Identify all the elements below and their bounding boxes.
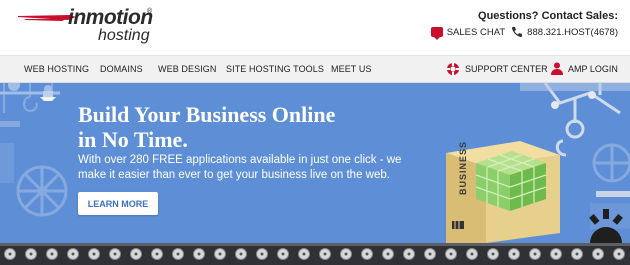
roller-hub — [239, 252, 243, 256]
conveyor-rollers — [0, 243, 630, 260]
contact-sales: Questions? Contact Sales: SALES CHAT 888… — [430, 10, 618, 40]
roller-hub — [8, 252, 12, 256]
roller-hub — [113, 252, 117, 256]
roller-hub — [218, 252, 222, 256]
amp-login-label: AMP LOGIN — [568, 63, 618, 74]
roller-hub — [575, 252, 579, 256]
roller-hub — [50, 252, 54, 256]
roller-hub — [323, 252, 327, 256]
roller-hub — [512, 252, 516, 256]
roller-hub — [197, 252, 201, 256]
roller-hub — [134, 252, 138, 256]
roller-hub — [155, 252, 159, 256]
roller-hub — [29, 252, 33, 256]
roller-hub — [470, 252, 474, 256]
hero-title: Build Your Business Online in No Time. — [78, 102, 335, 152]
sales-chat-link[interactable]: SALES CHAT — [430, 26, 506, 40]
hero-description: With over 280 FREE applications availabl… — [78, 154, 402, 181]
hero-title-line2: in No Time. — [78, 127, 188, 152]
contact-title: Questions? Contact Sales: — [478, 10, 618, 22]
support-center-link[interactable]: SUPPORT CENTER — [446, 62, 548, 76]
logo-registered-mark: ® — [147, 8, 153, 15]
amp-login-link[interactable]: AMP LOGIN — [551, 62, 618, 75]
box-label: BUSINESS — [458, 140, 468, 195]
roller-hub — [344, 252, 348, 256]
roller-hub — [71, 252, 75, 256]
roller-hub — [491, 252, 495, 256]
support-center-label: SUPPORT CENTER — [465, 64, 548, 74]
user-icon — [551, 62, 563, 75]
roller-hub — [176, 252, 180, 256]
logo-subtitle: hosting — [98, 27, 150, 44]
support-icon — [446, 62, 460, 76]
roller-hub — [596, 252, 600, 256]
phone-link[interactable]: 888.321.HOST(4678) — [511, 26, 618, 38]
roller-hub — [533, 252, 537, 256]
nav-site-hosting-tools[interactable]: SITE HOSTING TOOLS — [226, 64, 324, 74]
main-nav: WEB HOSTING DOMAINS WEB DESIGN SITE HOST… — [0, 55, 630, 83]
roller-hub — [281, 252, 285, 256]
nav-web-hosting[interactable]: WEB HOSTING — [24, 64, 89, 74]
learn-more-button[interactable]: LEARN MORE — [78, 192, 158, 215]
phone-number: 888.321.HOST(4678) — [527, 26, 618, 38]
roller-hub — [617, 252, 621, 256]
nav-web-design[interactable]: WEB DESIGN — [158, 64, 217, 74]
conveyor-belt — [0, 243, 630, 265]
roller-hub — [365, 252, 369, 256]
roller-hub — [428, 252, 432, 256]
roller-hub — [386, 252, 390, 256]
nav-meet-us[interactable]: MEET US — [331, 64, 372, 74]
roller-hub — [302, 252, 306, 256]
nav-domains[interactable]: DOMAINS — [100, 64, 143, 74]
roller-hub — [407, 252, 411, 256]
site-header: inmotion ® hosting Questions? Contact Sa… — [0, 0, 630, 55]
sales-chat-label: SALES CHAT — [446, 26, 506, 38]
roller-hub — [449, 252, 453, 256]
roller-hub — [92, 252, 96, 256]
chat-icon — [430, 27, 443, 40]
roller-hub — [554, 252, 558, 256]
roller-hub — [260, 252, 264, 256]
phone-icon — [512, 27, 523, 38]
hero-banner: Build Your Business Online in No Time. W… — [0, 83, 630, 243]
inmotion-logo[interactable]: inmotion ® hosting — [18, 6, 158, 46]
hero-title-line1: Build Your Business Online — [78, 102, 336, 127]
contact-row: SALES CHAT 888.321.HOST(4678) — [430, 26, 618, 40]
